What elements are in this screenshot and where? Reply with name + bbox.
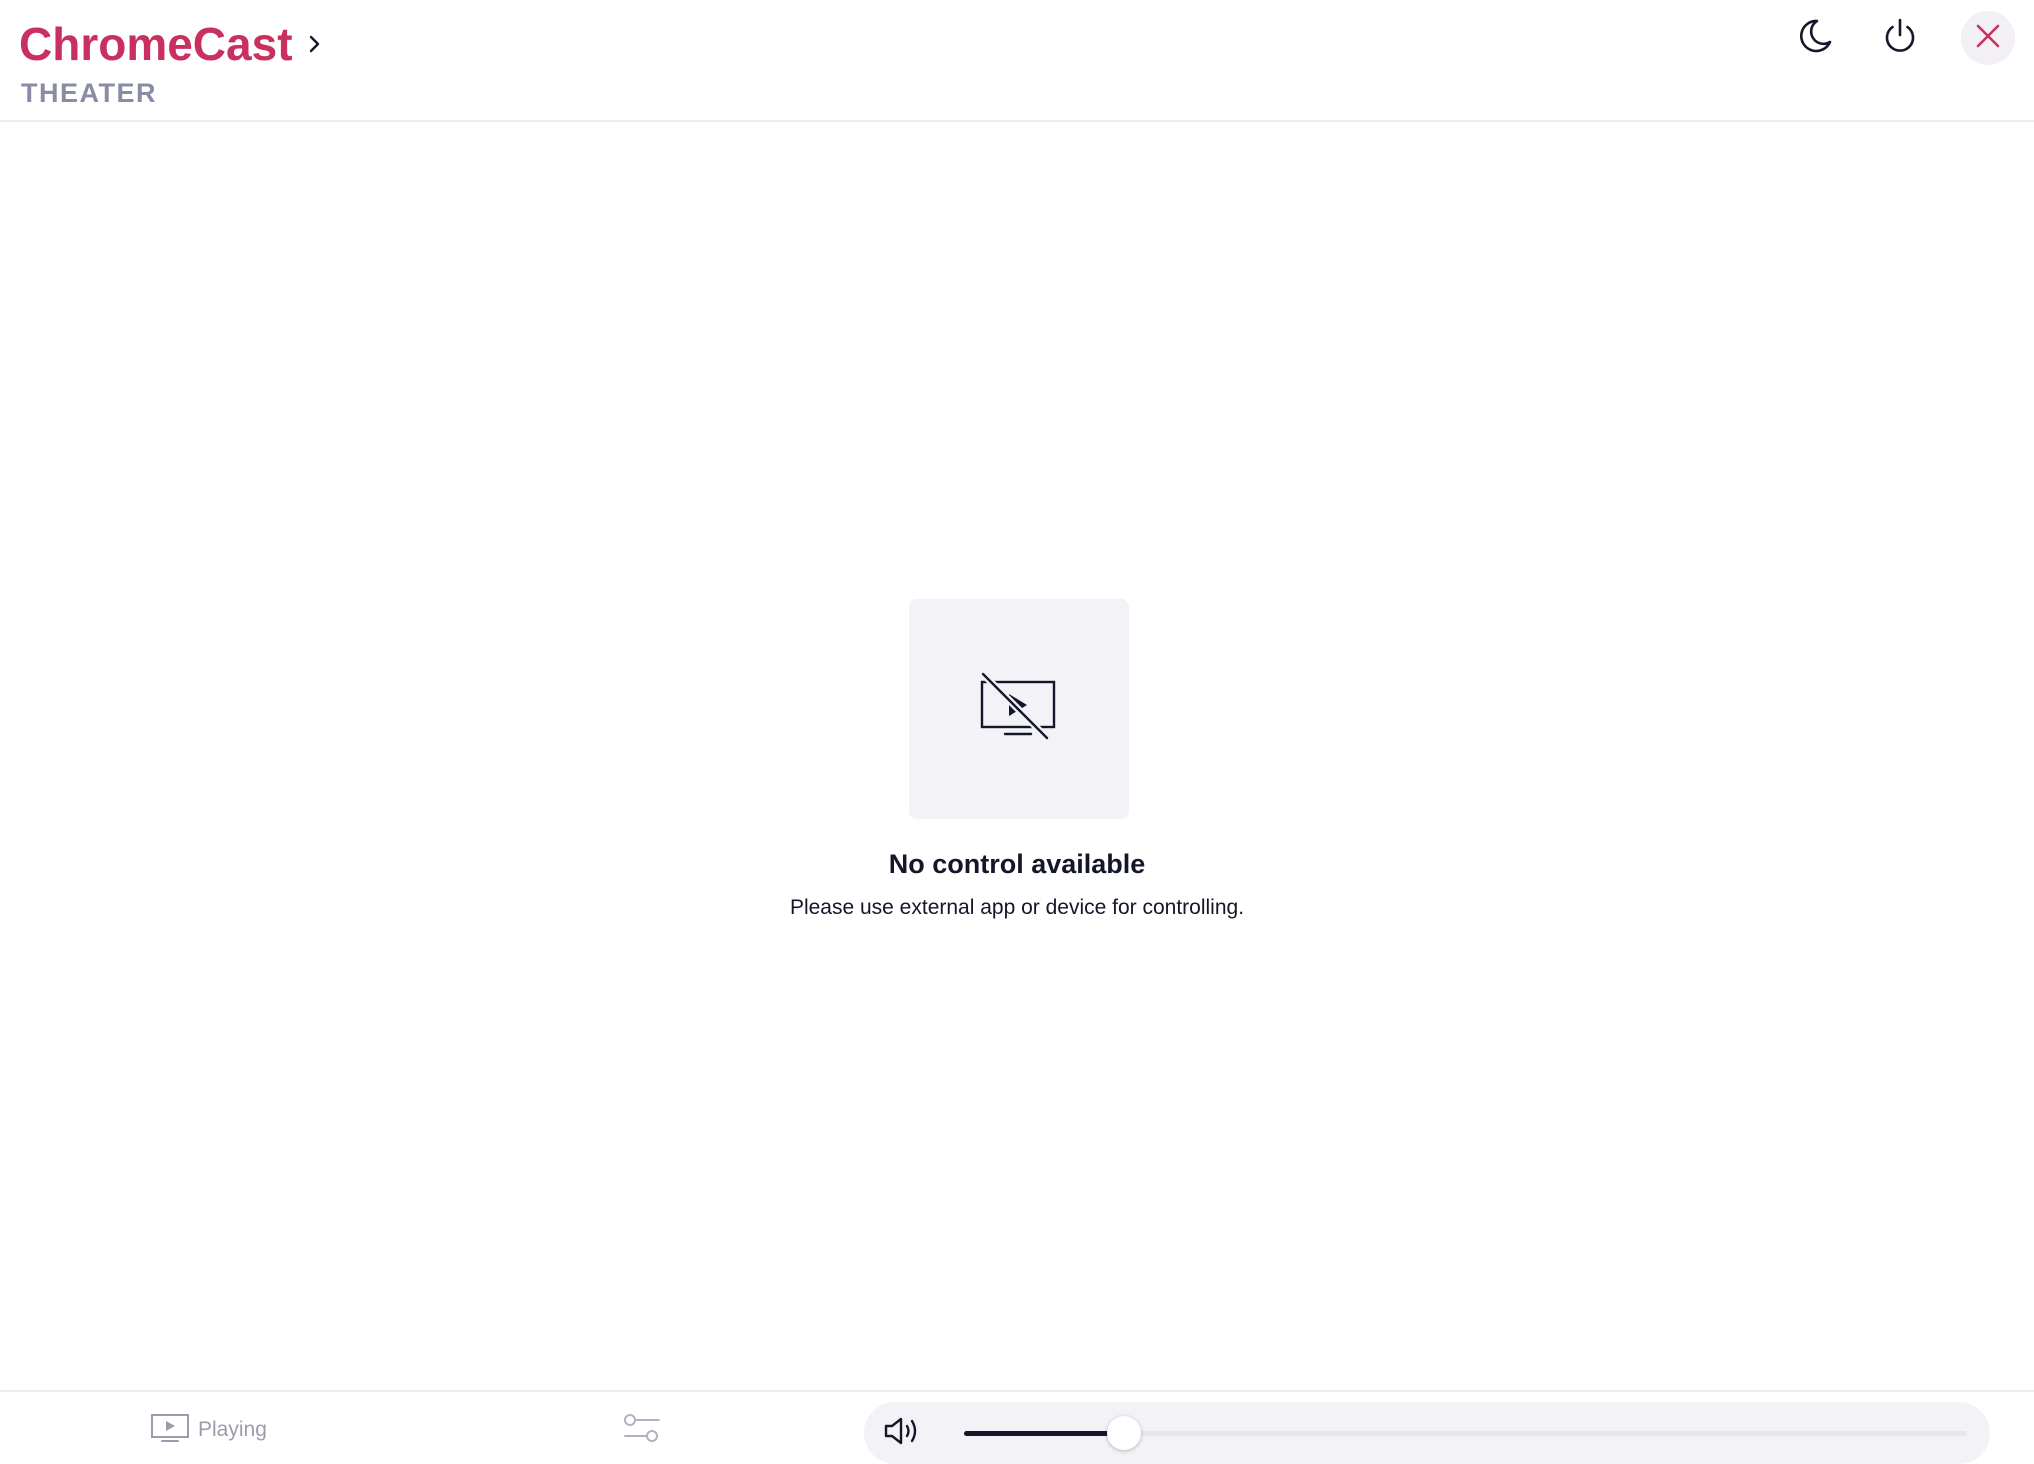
mute-button[interactable] [882,1413,922,1453]
bottom-bar: Playing [0,1390,2034,1464]
volume-slider[interactable] [964,1416,1967,1450]
room-name: THEATER [21,78,157,108]
volume-icon [883,1415,921,1452]
tab-playing[interactable]: Playing [150,1412,267,1448]
chevron-right-icon [303,32,327,56]
sliders-icon [622,1411,662,1450]
no-control-tile [909,599,1129,819]
header: ChromeCast THEATER [0,0,2034,122]
device-name: ChromeCast [19,18,293,70]
empty-state-description: Please use external app or device for co… [789,896,1245,919]
close-button[interactable] [1961,11,2015,65]
chromecast-control-panel: ChromeCast THEATER No control available … [0,0,2034,1464]
no-cast-icon [979,671,1059,747]
empty-state-title: No control available [888,849,1146,879]
tab-playing-label: Playing [198,1418,267,1441]
power-button[interactable] [1873,11,1927,65]
volume-slider-thumb[interactable] [1107,1416,1142,1450]
close-icon [1974,22,2002,55]
device-title-link[interactable]: ChromeCast [19,16,327,72]
tab-settings[interactable] [620,1410,664,1450]
volume-slider-fill [964,1431,1125,1436]
power-icon [1880,16,1920,61]
screen-play-icon [150,1413,190,1448]
night-mode-button[interactable] [1788,11,1842,65]
moon-icon [1795,16,1835,61]
volume-control [864,1402,1990,1464]
